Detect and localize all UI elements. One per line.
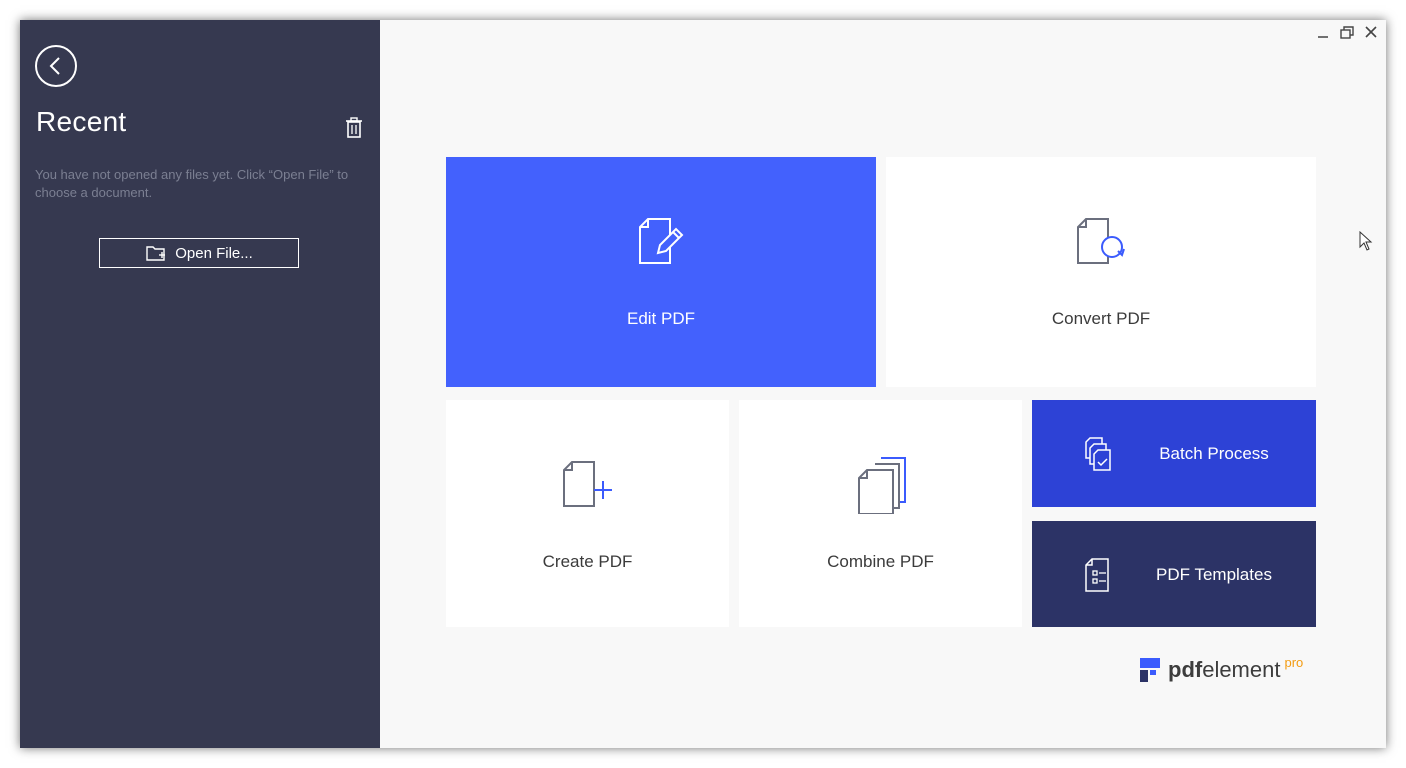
back-button[interactable] <box>35 45 77 87</box>
convert-pdf-tile[interactable]: Convert PDF <box>886 157 1316 387</box>
recent-title: Recent <box>36 106 127 137</box>
logo-bold: pdf <box>1168 657 1203 682</box>
pdf-templates-icon <box>1085 558 1109 592</box>
combine-pdf-tile[interactable]: Combine PDF <box>739 400 1022 627</box>
pdfelement-logo: pdfelement pro <box>1138 655 1304 684</box>
open-file-button[interactable]: Open File... <box>99 238 299 268</box>
batch-process-icon <box>1085 437 1111 471</box>
minimize-icon <box>1318 36 1328 38</box>
combine-pdf-label: Combine PDF <box>827 552 934 571</box>
batch-process-label: Batch Process <box>1159 444 1269 463</box>
restore-button[interactable] <box>1338 24 1356 42</box>
logo-wordmark: pdfelement <box>1168 657 1280 683</box>
convert-pdf-icon <box>1077 218 1125 264</box>
folder-add-icon <box>146 246 166 261</box>
app-window: Recent You have not opened any files yet… <box>20 20 1386 748</box>
convert-pdf-label: Convert PDF <box>1051 309 1151 328</box>
mouse-cursor-icon <box>1359 231 1373 251</box>
pdf-templates-label: PDF Templates <box>1156 565 1272 584</box>
trash-icon[interactable] <box>343 116 365 140</box>
chevron-left-icon <box>49 57 60 75</box>
minimize-button[interactable] <box>1314 24 1332 42</box>
restore-icon <box>1340 26 1354 39</box>
close-button[interactable] <box>1362 24 1380 42</box>
batch-process-tile[interactable]: Batch Process <box>1032 400 1316 507</box>
recent-sidebar: Recent You have not opened any files yet… <box>20 20 380 748</box>
edit-pdf-icon <box>639 218 684 264</box>
create-pdf-tile[interactable]: Create PDF <box>446 400 729 627</box>
create-pdf-icon <box>563 461 612 507</box>
empty-recent-message: You have not opened any files yet. Click… <box>35 167 349 200</box>
logo-pro: pro <box>1284 655 1304 670</box>
window-controls <box>1314 24 1380 42</box>
open-file-label: Open File... <box>175 244 253 262</box>
create-pdf-label: Create PDF <box>542 552 633 571</box>
pdfelement-logo-icon <box>1140 658 1160 682</box>
logo-rest: element <box>1202 657 1281 682</box>
pdf-templates-tile[interactable]: PDF Templates <box>1032 521 1316 627</box>
close-icon <box>1365 26 1377 38</box>
edit-pdf-tile[interactable]: Edit PDF <box>446 157 876 387</box>
edit-pdf-label: Edit PDF <box>626 309 696 328</box>
combine-pdf-icon <box>858 457 906 514</box>
